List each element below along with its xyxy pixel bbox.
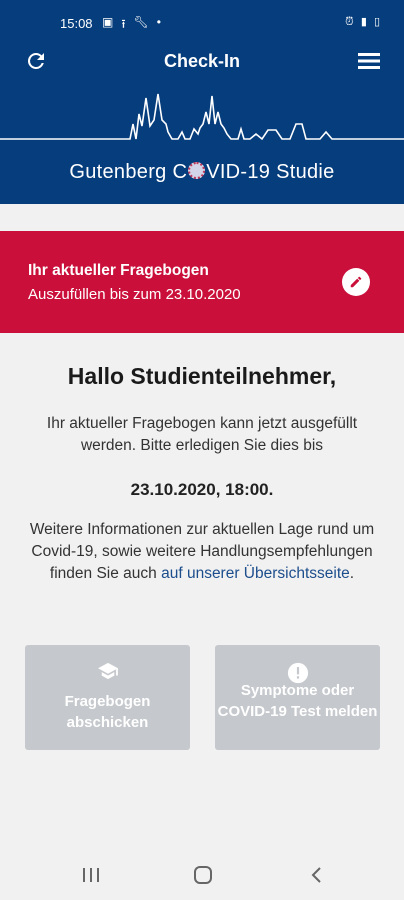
intro-text: Ihr aktueller Fragebogen kann jetzt ausg… [46, 415, 358, 454]
questionnaire-banner[interactable]: Ihr aktueller Fragebogen Auszufüllen bis… [0, 231, 404, 333]
study-brand-title: Gutenberg C VID-19 Studie [0, 161, 404, 184]
upload-icon: ⭱ [121, 17, 126, 31]
battery-icon: ▯ [373, 16, 382, 28]
status-icons-left: ▣ ⭱ 🔧︎ • [102, 15, 161, 36]
wrench-icon: 🔧︎ [133, 15, 149, 29]
graduation-cap-icon [97, 662, 118, 680]
report-symptoms-button[interactable]: Symptome oder COVID-19 Test melden [215, 645, 380, 750]
signal-icon: ▮ [360, 16, 369, 28]
alarm-icon: ⏰︎ [345, 16, 356, 28]
dot-icon: • [156, 15, 161, 29]
status-time: 15:08 [60, 16, 93, 31]
greeting-heading: Hallo Studienteilnehmer, [67, 363, 337, 389]
status-bar: 15:08 ▣ ⭱ 🔧︎ • ⏰︎ ▮ ▯ [0, 0, 404, 44]
info-text: Weitere Informationen zur aktuellen Lage… [20, 519, 384, 585]
back-icon[interactable] [310, 867, 324, 883]
deadline-text: 23.10.2020, 18:00. [130, 480, 274, 499]
submit-questionnaire-label: Fragebogen abschicken [64, 693, 151, 731]
home-icon[interactable] [194, 866, 212, 884]
brand-text-end: VID-19 Studie [206, 161, 335, 183]
pencil-icon [350, 276, 362, 288]
hero-banner: Gutenberg C VID-19 Studie [0, 84, 404, 204]
hamburger-menu-icon[interactable] [358, 52, 380, 70]
app-bar: Check-In [0, 44, 404, 84]
skyline-illustration [0, 93, 404, 141]
report-symptoms-label: Symptome oder COVID-19 Test melden [217, 682, 378, 720]
banner-title: Ihr aktueller Fragebogen [28, 262, 209, 279]
status-icons-right: ⏰︎ ▮ ▯ [345, 15, 382, 29]
edit-questionnaire-button[interactable] [342, 268, 370, 296]
virus-icon [188, 162, 206, 179]
info-text-end: . [349, 565, 355, 582]
recent-apps-icon[interactable] [82, 868, 100, 882]
submit-questionnaire-button[interactable]: Fragebogen abschicken [25, 645, 190, 750]
brand-text-start: Gutenberg C [69, 161, 188, 183]
gallery-icon: ▣ [102, 15, 114, 29]
banner-subtitle: Auszufüllen bis zum 23.10.2020 [28, 286, 241, 303]
page-title: Check-In [163, 51, 241, 71]
overview-page-link[interactable]: auf unserer Übersichtsseite [161, 565, 350, 582]
system-nav-bar [0, 852, 404, 900]
